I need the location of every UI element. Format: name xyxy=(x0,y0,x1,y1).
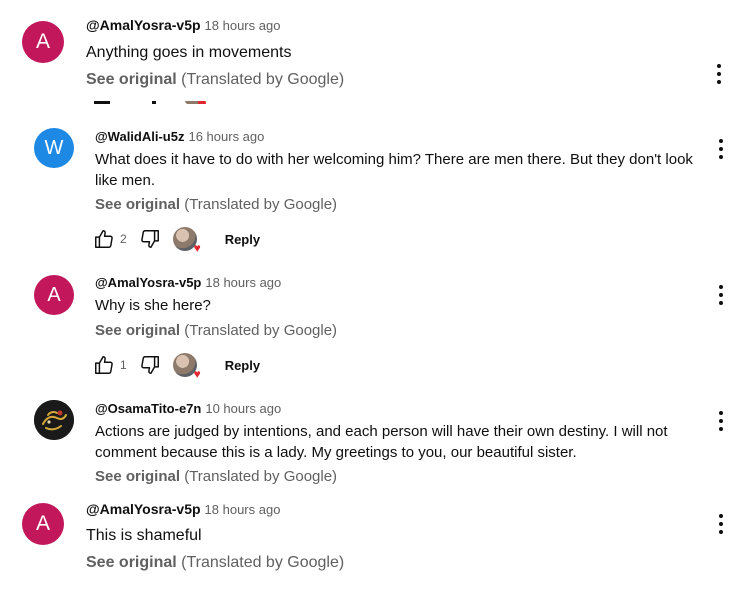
comment-text: This is shameful xyxy=(86,527,202,544)
avatar[interactable]: W xyxy=(34,128,74,168)
dislike-icon[interactable] xyxy=(137,226,163,252)
see-original-link[interactable]: See original (Translated by Google) xyxy=(86,554,344,572)
comment-time[interactable]: 10 hours ago xyxy=(205,401,281,416)
avatar[interactable]: A xyxy=(22,503,64,545)
creator-heart-avatar: ♥ xyxy=(172,353,201,380)
like-icon[interactable] xyxy=(91,352,117,378)
more-options-icon[interactable] xyxy=(711,64,727,84)
comment-actions: 2 ♥ Reply xyxy=(91,226,260,254)
comment-text: What does it have to do with her welcomi… xyxy=(95,151,693,189)
calligraphy-avatar-icon xyxy=(34,400,74,440)
heart-icon: ♥ xyxy=(193,367,201,381)
avatar[interactable]: A xyxy=(22,21,64,63)
comment-text: Actions are judged by intentions, and ea… xyxy=(95,423,668,461)
cropped-like-icon xyxy=(94,96,206,104)
dislike-icon[interactable] xyxy=(137,352,163,378)
more-options-icon[interactable] xyxy=(713,285,729,305)
see-original-link[interactable]: See original (Translated by Google) xyxy=(95,196,337,213)
comment-time[interactable]: 16 hours ago xyxy=(188,129,264,144)
see-original-link[interactable]: See original (Translated by Google) xyxy=(95,322,337,339)
comment-header: @AmalYosra-v5p 18 hours ago xyxy=(86,17,280,35)
avatar[interactable]: A xyxy=(34,275,74,315)
reply-button[interactable]: Reply xyxy=(225,358,260,373)
comment-text: Why is she here? xyxy=(95,297,211,314)
comment-header: @OsamaTito-e7n 10 hours ago xyxy=(95,400,281,418)
more-options-icon[interactable] xyxy=(713,411,729,431)
comment-time[interactable]: 18 hours ago xyxy=(205,502,281,517)
comment-author[interactable]: @AmalYosra-v5p xyxy=(86,17,201,33)
comment-header: @AmalYosra-v5p 18 hours ago xyxy=(95,274,281,292)
see-original-link[interactable]: See original (Translated by Google) xyxy=(86,71,344,89)
see-original-link[interactable]: See original (Translated by Google) xyxy=(95,468,337,485)
comment-author[interactable]: @AmalYosra-v5p xyxy=(86,501,201,517)
comment-author[interactable]: @OsamaTito-e7n xyxy=(95,401,201,416)
comment-author[interactable]: @AmalYosra-v5p xyxy=(95,275,201,290)
comment-time[interactable]: 18 hours ago xyxy=(205,275,281,290)
more-options-icon[interactable] xyxy=(713,139,729,159)
reply-button[interactable]: Reply xyxy=(225,232,260,247)
like-icon[interactable] xyxy=(91,226,117,252)
cropped-action-row xyxy=(92,96,212,104)
comment-actions: 1 ♥ Reply xyxy=(91,352,260,380)
comment-text: Anything goes in movements xyxy=(86,44,292,61)
like-count: 2 xyxy=(120,232,127,246)
comment-header: @AmalYosra-v5p 18 hours ago xyxy=(86,501,280,519)
comment-time[interactable]: 18 hours ago xyxy=(205,18,281,33)
heart-icon: ♥ xyxy=(193,241,201,255)
more-options-icon[interactable] xyxy=(713,514,729,534)
creator-heart-avatar: ♥ xyxy=(172,227,201,254)
comment-author[interactable]: @WalidAli-u5z xyxy=(95,129,184,144)
avatar[interactable] xyxy=(34,400,74,440)
like-count: 1 xyxy=(120,358,127,372)
comment-header: @WalidAli-u5z 16 hours ago xyxy=(95,128,264,146)
